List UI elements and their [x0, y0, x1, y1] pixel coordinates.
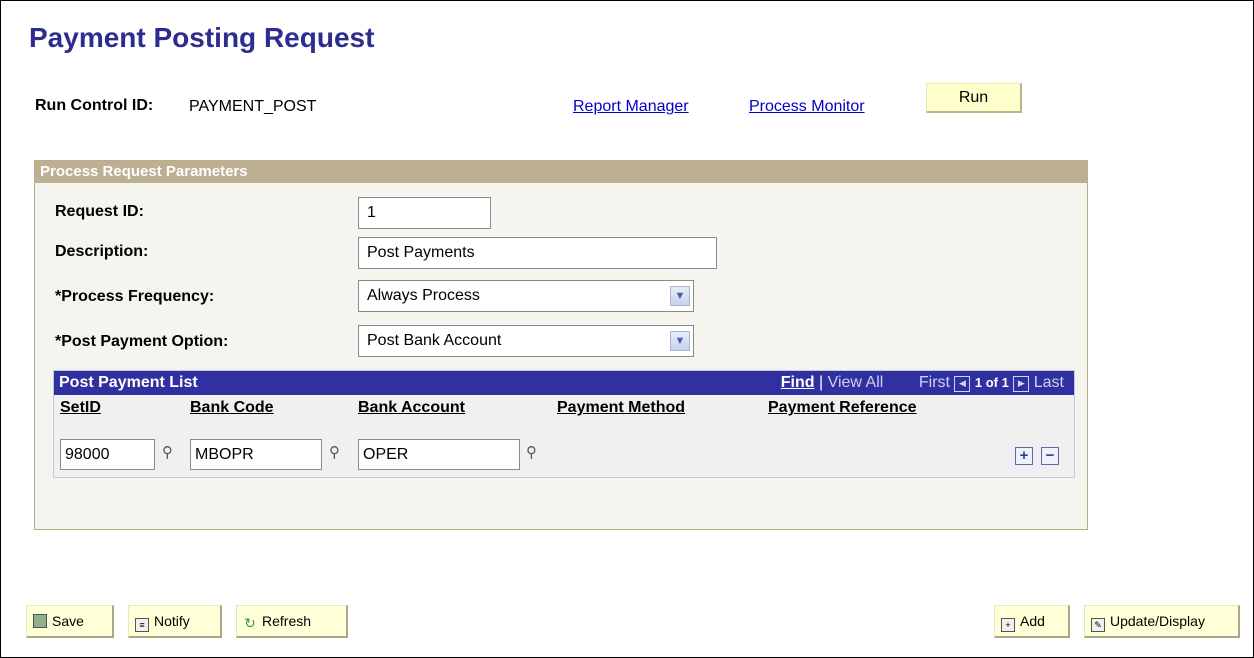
add-icon: + — [1001, 618, 1015, 632]
first-label: First — [918, 374, 950, 391]
column-header-payment-reference: Payment Reference — [768, 399, 917, 416]
next-icon[interactable]: ▶ — [1013, 376, 1030, 392]
request-id-input[interactable]: 1 — [358, 197, 491, 229]
update-display-button[interactable]: ✎ Update/Display — [1084, 605, 1240, 638]
grid-header: Post Payment List Find | View All First … — [54, 371, 1074, 395]
bank-account-input[interactable]: OPER — [358, 439, 520, 470]
post-payment-option-select[interactable]: Post Bank Account ▼ — [358, 325, 694, 357]
description-label: Description: — [55, 243, 149, 260]
add-label: Add — [1020, 613, 1045, 629]
row-count: 1 of 1 — [974, 375, 1009, 390]
column-header-bank-code: Bank Code — [190, 399, 274, 416]
post-payment-list-grid: Post Payment List Find | View All First … — [53, 370, 1075, 478]
process-frequency-value: Always Process — [367, 287, 480, 304]
process-frequency-select[interactable]: Always Process ▼ — [358, 280, 694, 312]
params-header: Process Request Parameters — [35, 161, 1087, 183]
bank-code-input[interactable]: MBOPR — [190, 439, 322, 470]
notify-button[interactable]: ≡ Notify — [128, 605, 222, 638]
find-link[interactable]: Find — [781, 374, 815, 391]
run-control-label: Run Control ID: — [35, 97, 154, 114]
update-icon: ✎ — [1091, 618, 1105, 632]
post-payment-option-label: *Post Payment Option: — [55, 333, 229, 350]
process-monitor-link[interactable]: Process Monitor — [749, 98, 865, 116]
description-input[interactable]: Post Payments — [358, 237, 717, 269]
add-row-button[interactable]: + — [1015, 447, 1033, 465]
chevron-down-icon[interactable]: ▼ — [670, 286, 690, 306]
previous-icon[interactable]: ◀ — [954, 376, 971, 392]
column-header-bank-account: Bank Account — [358, 399, 465, 416]
notify-label: Notify — [154, 613, 190, 629]
refresh-button[interactable]: ↻ Refresh — [236, 605, 348, 638]
update-display-label: Update/Display — [1110, 613, 1205, 629]
delete-row-button[interactable]: − — [1041, 447, 1059, 465]
last-label: Last — [1033, 374, 1064, 391]
add-button[interactable]: + Add — [994, 605, 1070, 638]
request-id-label: Request ID: — [55, 203, 144, 220]
save-icon — [33, 614, 47, 628]
refresh-label: Refresh — [262, 613, 312, 629]
setid-input[interactable]: 98000 — [60, 439, 155, 470]
save-label: Save — [52, 613, 84, 629]
post-payment-option-value: Post Bank Account — [367, 332, 502, 349]
column-header-setid: SetID — [60, 399, 101, 416]
grid-title: Post Payment List — [59, 374, 198, 391]
save-button[interactable]: Save — [26, 605, 114, 638]
notify-icon: ≡ — [135, 618, 149, 632]
grid-navigation: Find | View All First ◀ 1 of 1 ▶ Last — [781, 371, 1064, 395]
page-title: Payment Posting Request — [29, 22, 375, 53]
process-frequency-label: *Process Frequency: — [55, 288, 215, 305]
refresh-icon: ↻ — [244, 615, 256, 631]
column-header-payment-method: Payment Method — [557, 399, 686, 416]
run-control-value: PAYMENT_POST — [189, 98, 317, 115]
view-all-link[interactable]: View All — [828, 374, 884, 391]
process-request-parameters: Process Request Parameters Request ID: 1… — [34, 160, 1088, 530]
search-icon[interactable]: ⚲ — [162, 443, 173, 461]
nav-separator: | — [818, 374, 824, 391]
report-manager-link[interactable]: Report Manager — [573, 98, 689, 116]
chevron-down-icon[interactable]: ▼ — [670, 331, 690, 351]
search-icon[interactable]: ⚲ — [329, 443, 340, 461]
search-icon[interactable]: ⚲ — [526, 443, 537, 461]
run-button[interactable]: Run — [926, 83, 1022, 113]
